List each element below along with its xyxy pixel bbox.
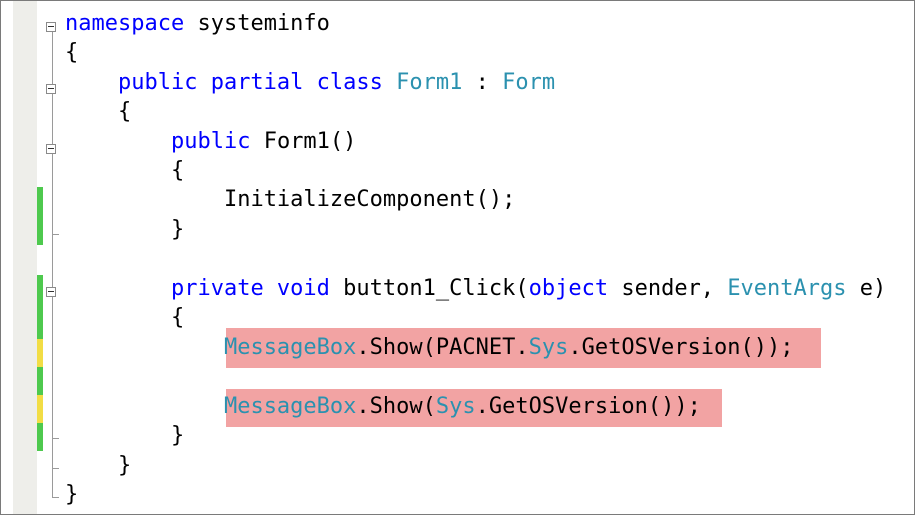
collapse-constructor-toggle[interactable] [46, 144, 56, 154]
parameter: e) [846, 276, 887, 301]
change-marker-saved [37, 423, 43, 451]
brace: } [65, 482, 79, 507]
type-name: Sys [435, 394, 476, 419]
outline-end-tick [52, 438, 59, 439]
type-name: EventArgs [727, 276, 847, 301]
type-name: Sys [528, 335, 569, 360]
code-line[interactable]: public partial class Form1 : Form [65, 68, 555, 97]
brace: { [170, 158, 185, 183]
code-line[interactable]: { [65, 156, 184, 185]
namespace-name: systeminfo [184, 11, 330, 36]
brace: } [170, 217, 185, 242]
code-line[interactable]: InitializeComponent(); [65, 185, 515, 214]
class-name: Form1 [396, 70, 463, 95]
code-line[interactable]: } [65, 215, 184, 244]
parameter: sender, [608, 276, 728, 301]
collapse-class-toggle[interactable] [46, 84, 56, 94]
code-line[interactable]: { [65, 97, 131, 126]
code-line[interactable]: } [65, 421, 184, 450]
code-line[interactable]: private void button1_Click(object sender… [65, 274, 886, 303]
change-marker-unsaved [37, 395, 43, 423]
code-line[interactable]: MessageBox.Show(Sys.GetOSVersion()); [65, 392, 701, 421]
code-line[interactable]: public Form1() [65, 127, 356, 156]
code-editor[interactable]: namespace systeminfo { public partial cl… [0, 0, 915, 515]
change-marker-saved [37, 275, 43, 339]
statement: .Show( [356, 394, 436, 419]
collapse-namespace-toggle[interactable] [46, 22, 56, 32]
separator: : [462, 70, 503, 95]
change-marker-saved [37, 367, 43, 395]
type-name: MessageBox [223, 335, 357, 360]
keyword: public [170, 129, 251, 154]
base-class-name: Form [502, 70, 556, 95]
brace: { [117, 99, 132, 124]
outline-end-tick [52, 234, 59, 235]
statement: .GetOSVersion()); [475, 394, 701, 419]
constructor-signature: Form1() [250, 129, 357, 154]
code-line[interactable]: { [65, 38, 78, 67]
code-line[interactable]: } [65, 451, 131, 480]
outline-line [52, 31, 53, 498]
keyword: namespace [65, 11, 185, 36]
brace: { [170, 305, 185, 330]
outline-end-tick [52, 497, 59, 498]
statement: InitializeComponent(); [223, 187, 516, 212]
brace: { [65, 40, 79, 65]
keyword: private void [170, 276, 330, 301]
type-name: MessageBox [223, 394, 357, 419]
selection-margin[interactable] [1, 1, 13, 514]
indicator-margin[interactable] [13, 1, 37, 514]
statement: .GetOSVersion()); [568, 335, 794, 360]
keyword: object [528, 276, 609, 301]
code-line[interactable]: MessageBox.Show(PACNET.Sys.GetOSVersion(… [65, 333, 794, 362]
statement: .Show(PACNET. [356, 335, 529, 360]
code-line[interactable]: namespace systeminfo [65, 9, 330, 38]
outline-end-tick [52, 468, 59, 469]
brace: } [117, 453, 132, 478]
change-marker-saved [37, 187, 43, 245]
code-line[interactable]: { [65, 303, 184, 332]
method-name: button1_Click( [329, 276, 529, 301]
brace: } [170, 423, 185, 448]
change-marker-unsaved [37, 339, 43, 367]
collapse-method-toggle[interactable] [46, 287, 56, 297]
keyword: public partial class [117, 70, 383, 95]
code-line[interactable]: } [65, 480, 78, 509]
